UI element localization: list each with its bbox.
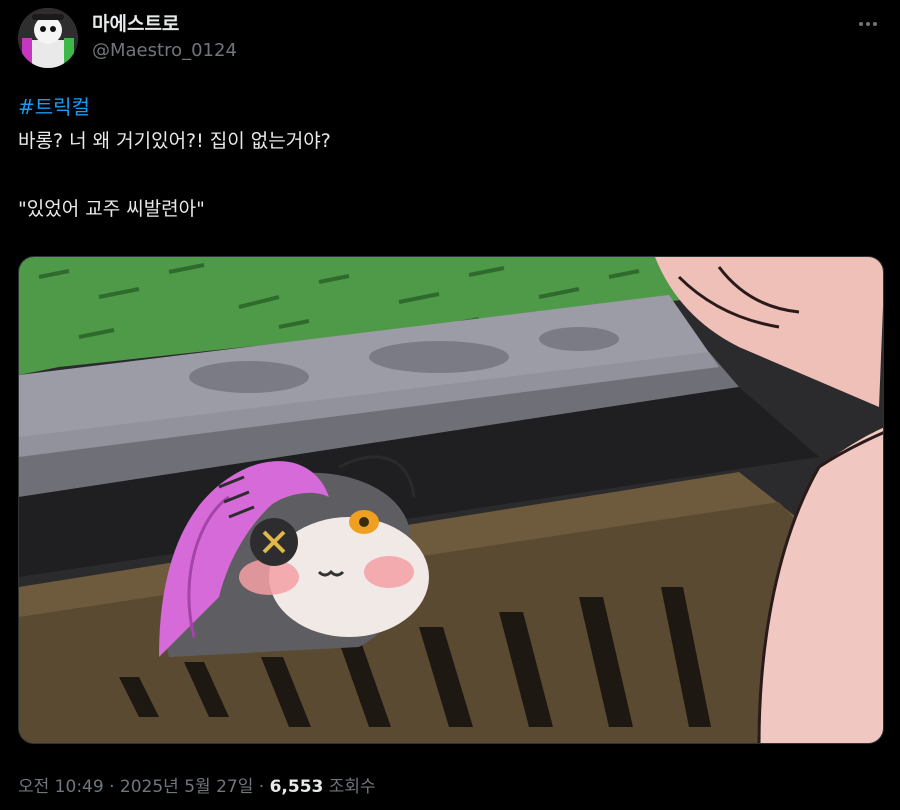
tweet-text: #트릭컬 바롱? 너 왜 거기있어?! 집이 없는거야? "있었어 교주 씨발련…: [18, 90, 878, 226]
meta-separator: ·: [103, 777, 120, 797]
tweet-date[interactable]: 2025년 5월 27일: [120, 777, 253, 797]
tweet-time[interactable]: 오전 10:49: [18, 777, 104, 797]
tweet-line-1: 바롱? 너 왜 거기있어?! 집이 없는거야?: [18, 130, 331, 152]
more-options-button[interactable]: [852, 10, 884, 38]
view-count-label: 조회수: [323, 777, 376, 797]
tweet-meta: 오전 10:49 · 2025년 5월 27일 · 6,553 조회수: [18, 772, 376, 797]
tweet-line-2: "있었어 교주 씨발련아": [18, 198, 205, 220]
meta-separator: ·: [253, 777, 270, 797]
user-handle[interactable]: @Maestro_0124: [92, 38, 237, 64]
display-name[interactable]: 마에스트로: [92, 12, 237, 36]
hashtag-link[interactable]: #트릭컬: [18, 90, 878, 124]
view-count: 6,553: [269, 777, 324, 797]
author-block: 마에스트로 @Maestro_0124: [92, 12, 237, 64]
more-icon: [859, 22, 877, 26]
media-image[interactable]: [18, 256, 884, 744]
tweet: 마에스트로 @Maestro_0124 #트릭컬 바롱? 너 왜 거기있어?! …: [0, 0, 900, 810]
avatar[interactable]: [18, 8, 78, 68]
